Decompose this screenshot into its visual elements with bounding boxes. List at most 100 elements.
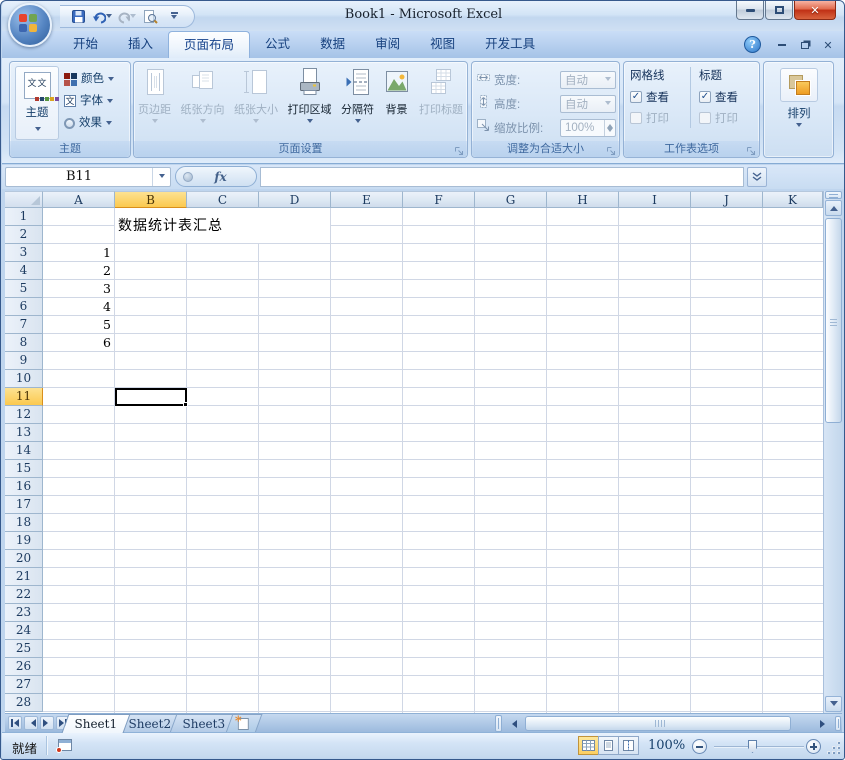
column-header-G[interactable]: G bbox=[475, 191, 547, 208]
scale-spinner[interactable]: 100% bbox=[560, 119, 616, 137]
row-header-1[interactable]: 1 bbox=[5, 208, 43, 226]
row-header-4[interactable]: 4 bbox=[5, 262, 43, 280]
column-header-C[interactable]: C bbox=[187, 191, 259, 208]
macro-record-button[interactable] bbox=[56, 737, 74, 753]
height-dropdown-icon[interactable] bbox=[605, 101, 611, 108]
row-header-16[interactable]: 16 bbox=[5, 478, 43, 496]
scale-spin-down-icon[interactable] bbox=[607, 128, 613, 135]
column-header-I[interactable]: I bbox=[619, 191, 691, 208]
row-header-3[interactable]: 3 bbox=[5, 244, 43, 262]
vertical-scrollbar[interactable] bbox=[823, 191, 842, 713]
zoom-in-icon[interactable] bbox=[806, 739, 821, 754]
print-area-dropdown-icon[interactable] bbox=[307, 119, 313, 126]
scroll-down-icon[interactable] bbox=[825, 696, 842, 712]
merged-title-cell[interactable]: 数据统计表汇总 bbox=[115, 208, 331, 244]
cell-A3[interactable]: 1 bbox=[43, 244, 115, 262]
row-header-24[interactable]: 24 bbox=[5, 622, 43, 640]
column-header-A[interactable]: A bbox=[43, 191, 115, 208]
scroll-left-icon[interactable] bbox=[505, 716, 520, 731]
width-dropdown[interactable]: 自动 bbox=[560, 71, 616, 89]
column-header-H[interactable]: H bbox=[547, 191, 619, 208]
select-all-button[interactable] bbox=[5, 191, 43, 208]
row-header-27[interactable]: 27 bbox=[5, 676, 43, 694]
next-sheet-icon[interactable] bbox=[40, 716, 54, 730]
theme-effects-button[interactable]: 效果 bbox=[64, 112, 128, 134]
row-header-22[interactable]: 22 bbox=[5, 586, 43, 604]
row-header-14[interactable]: 14 bbox=[5, 442, 43, 460]
minimize-button[interactable] bbox=[736, 1, 764, 20]
row-header-25[interactable]: 25 bbox=[5, 640, 43, 658]
column-header-E[interactable]: E bbox=[331, 191, 403, 208]
cell-A7[interactable]: 5 bbox=[43, 316, 115, 334]
row-header-5[interactable]: 5 bbox=[5, 280, 43, 298]
previous-sheet-icon[interactable] bbox=[24, 716, 38, 730]
column-header-B[interactable]: B bbox=[115, 191, 187, 208]
help-icon[interactable]: ? bbox=[744, 36, 761, 53]
workbook-close-icon[interactable]: ✕ bbox=[821, 39, 835, 51]
formula-input[interactable] bbox=[260, 167, 744, 187]
vertical-scroll-thumb[interactable] bbox=[825, 218, 842, 423]
ribbon-tab-data[interactable]: 数据 bbox=[305, 31, 360, 58]
workbook-restore-icon[interactable] bbox=[798, 39, 812, 51]
resize-grip[interactable] bbox=[826, 740, 840, 754]
breaks-dropdown-icon[interactable] bbox=[355, 119, 361, 126]
gridlines-view-checkbox[interactable]: ✓ bbox=[630, 91, 642, 103]
page-break-view-button[interactable] bbox=[618, 736, 639, 755]
maximize-button[interactable] bbox=[765, 1, 793, 20]
row-header-6[interactable]: 6 bbox=[5, 298, 43, 316]
scale-spin-up-icon[interactable] bbox=[607, 121, 613, 128]
headings-view-checkbox[interactable]: ✓ bbox=[699, 91, 711, 103]
column-header-K[interactable]: K bbox=[763, 191, 823, 208]
headings-view-option[interactable]: ✓查看 bbox=[699, 86, 756, 107]
workbook-minimize-icon[interactable] bbox=[775, 39, 789, 51]
row-header-7[interactable]: 7 bbox=[5, 316, 43, 334]
row-header-12[interactable]: 12 bbox=[5, 406, 43, 424]
themes-button[interactable]: 文文 主题 bbox=[15, 66, 59, 140]
scroll-up-icon[interactable] bbox=[825, 200, 842, 216]
selected-cell-B11[interactable] bbox=[115, 388, 187, 406]
row-header-26[interactable]: 26 bbox=[5, 658, 43, 676]
first-sheet-icon[interactable] bbox=[8, 716, 22, 730]
ribbon-tab-formulas[interactable]: 公式 bbox=[250, 31, 305, 58]
scroll-right-icon[interactable] bbox=[817, 716, 832, 731]
row-header-13[interactable]: 13 bbox=[5, 424, 43, 442]
horizontal-split-handle[interactable] bbox=[835, 716, 841, 731]
page-layout-view-button[interactable] bbox=[598, 736, 619, 755]
row-header-18[interactable]: 18 bbox=[5, 514, 43, 532]
close-button[interactable]: ✕ bbox=[794, 1, 836, 20]
cells-area[interactable]: 数据统计表汇总 123456 bbox=[43, 208, 827, 713]
row-header-28[interactable]: 28 bbox=[5, 694, 43, 712]
cell-A4[interactable]: 2 bbox=[43, 262, 115, 280]
page-setup-dialog-launcher-icon[interactable] bbox=[454, 144, 465, 155]
zoom-slider-track[interactable] bbox=[714, 746, 804, 748]
arrange-button[interactable]: 排列 bbox=[778, 68, 820, 152]
ribbon-tab-home[interactable]: 开始 bbox=[58, 31, 113, 58]
row-header-8[interactable]: 8 bbox=[5, 334, 43, 352]
width-dropdown-icon[interactable] bbox=[605, 77, 611, 84]
insert-worksheet-tab[interactable]: * bbox=[226, 714, 263, 733]
expand-formula-bar-icon[interactable] bbox=[747, 167, 767, 187]
row-header-20[interactable]: 20 bbox=[5, 550, 43, 568]
sheet-options-dialog-launcher-icon[interactable] bbox=[746, 144, 757, 155]
column-header-D[interactable]: D bbox=[259, 191, 331, 208]
row-header-21[interactable]: 21 bbox=[5, 568, 43, 586]
cell-A6[interactable]: 4 bbox=[43, 298, 115, 316]
theme-fonts-button[interactable]: 文 字体 bbox=[64, 90, 128, 112]
insert-function-button[interactable]: fx bbox=[175, 166, 257, 187]
tab-split-handle[interactable] bbox=[495, 715, 502, 732]
row-header-15[interactable]: 15 bbox=[5, 460, 43, 478]
theme-colors-button[interactable]: 颜色 bbox=[64, 68, 128, 90]
zoom-out-icon[interactable] bbox=[692, 739, 707, 754]
row-header-19[interactable]: 19 bbox=[5, 532, 43, 550]
zoom-slider-thumb[interactable] bbox=[748, 740, 757, 753]
gridlines-view-option[interactable]: ✓查看 bbox=[630, 86, 690, 107]
ribbon-tab-page-layout[interactable]: 页面布局 bbox=[168, 31, 250, 58]
vertical-split-handle[interactable] bbox=[825, 191, 842, 199]
row-header-10[interactable]: 10 bbox=[5, 370, 43, 388]
height-dropdown[interactable]: 自动 bbox=[560, 95, 616, 113]
column-header-F[interactable]: F bbox=[403, 191, 475, 208]
row-header-9[interactable]: 9 bbox=[5, 352, 43, 370]
cell-A5[interactable]: 3 bbox=[43, 280, 115, 298]
row-header-17[interactable]: 17 bbox=[5, 496, 43, 514]
office-button[interactable] bbox=[8, 3, 52, 47]
